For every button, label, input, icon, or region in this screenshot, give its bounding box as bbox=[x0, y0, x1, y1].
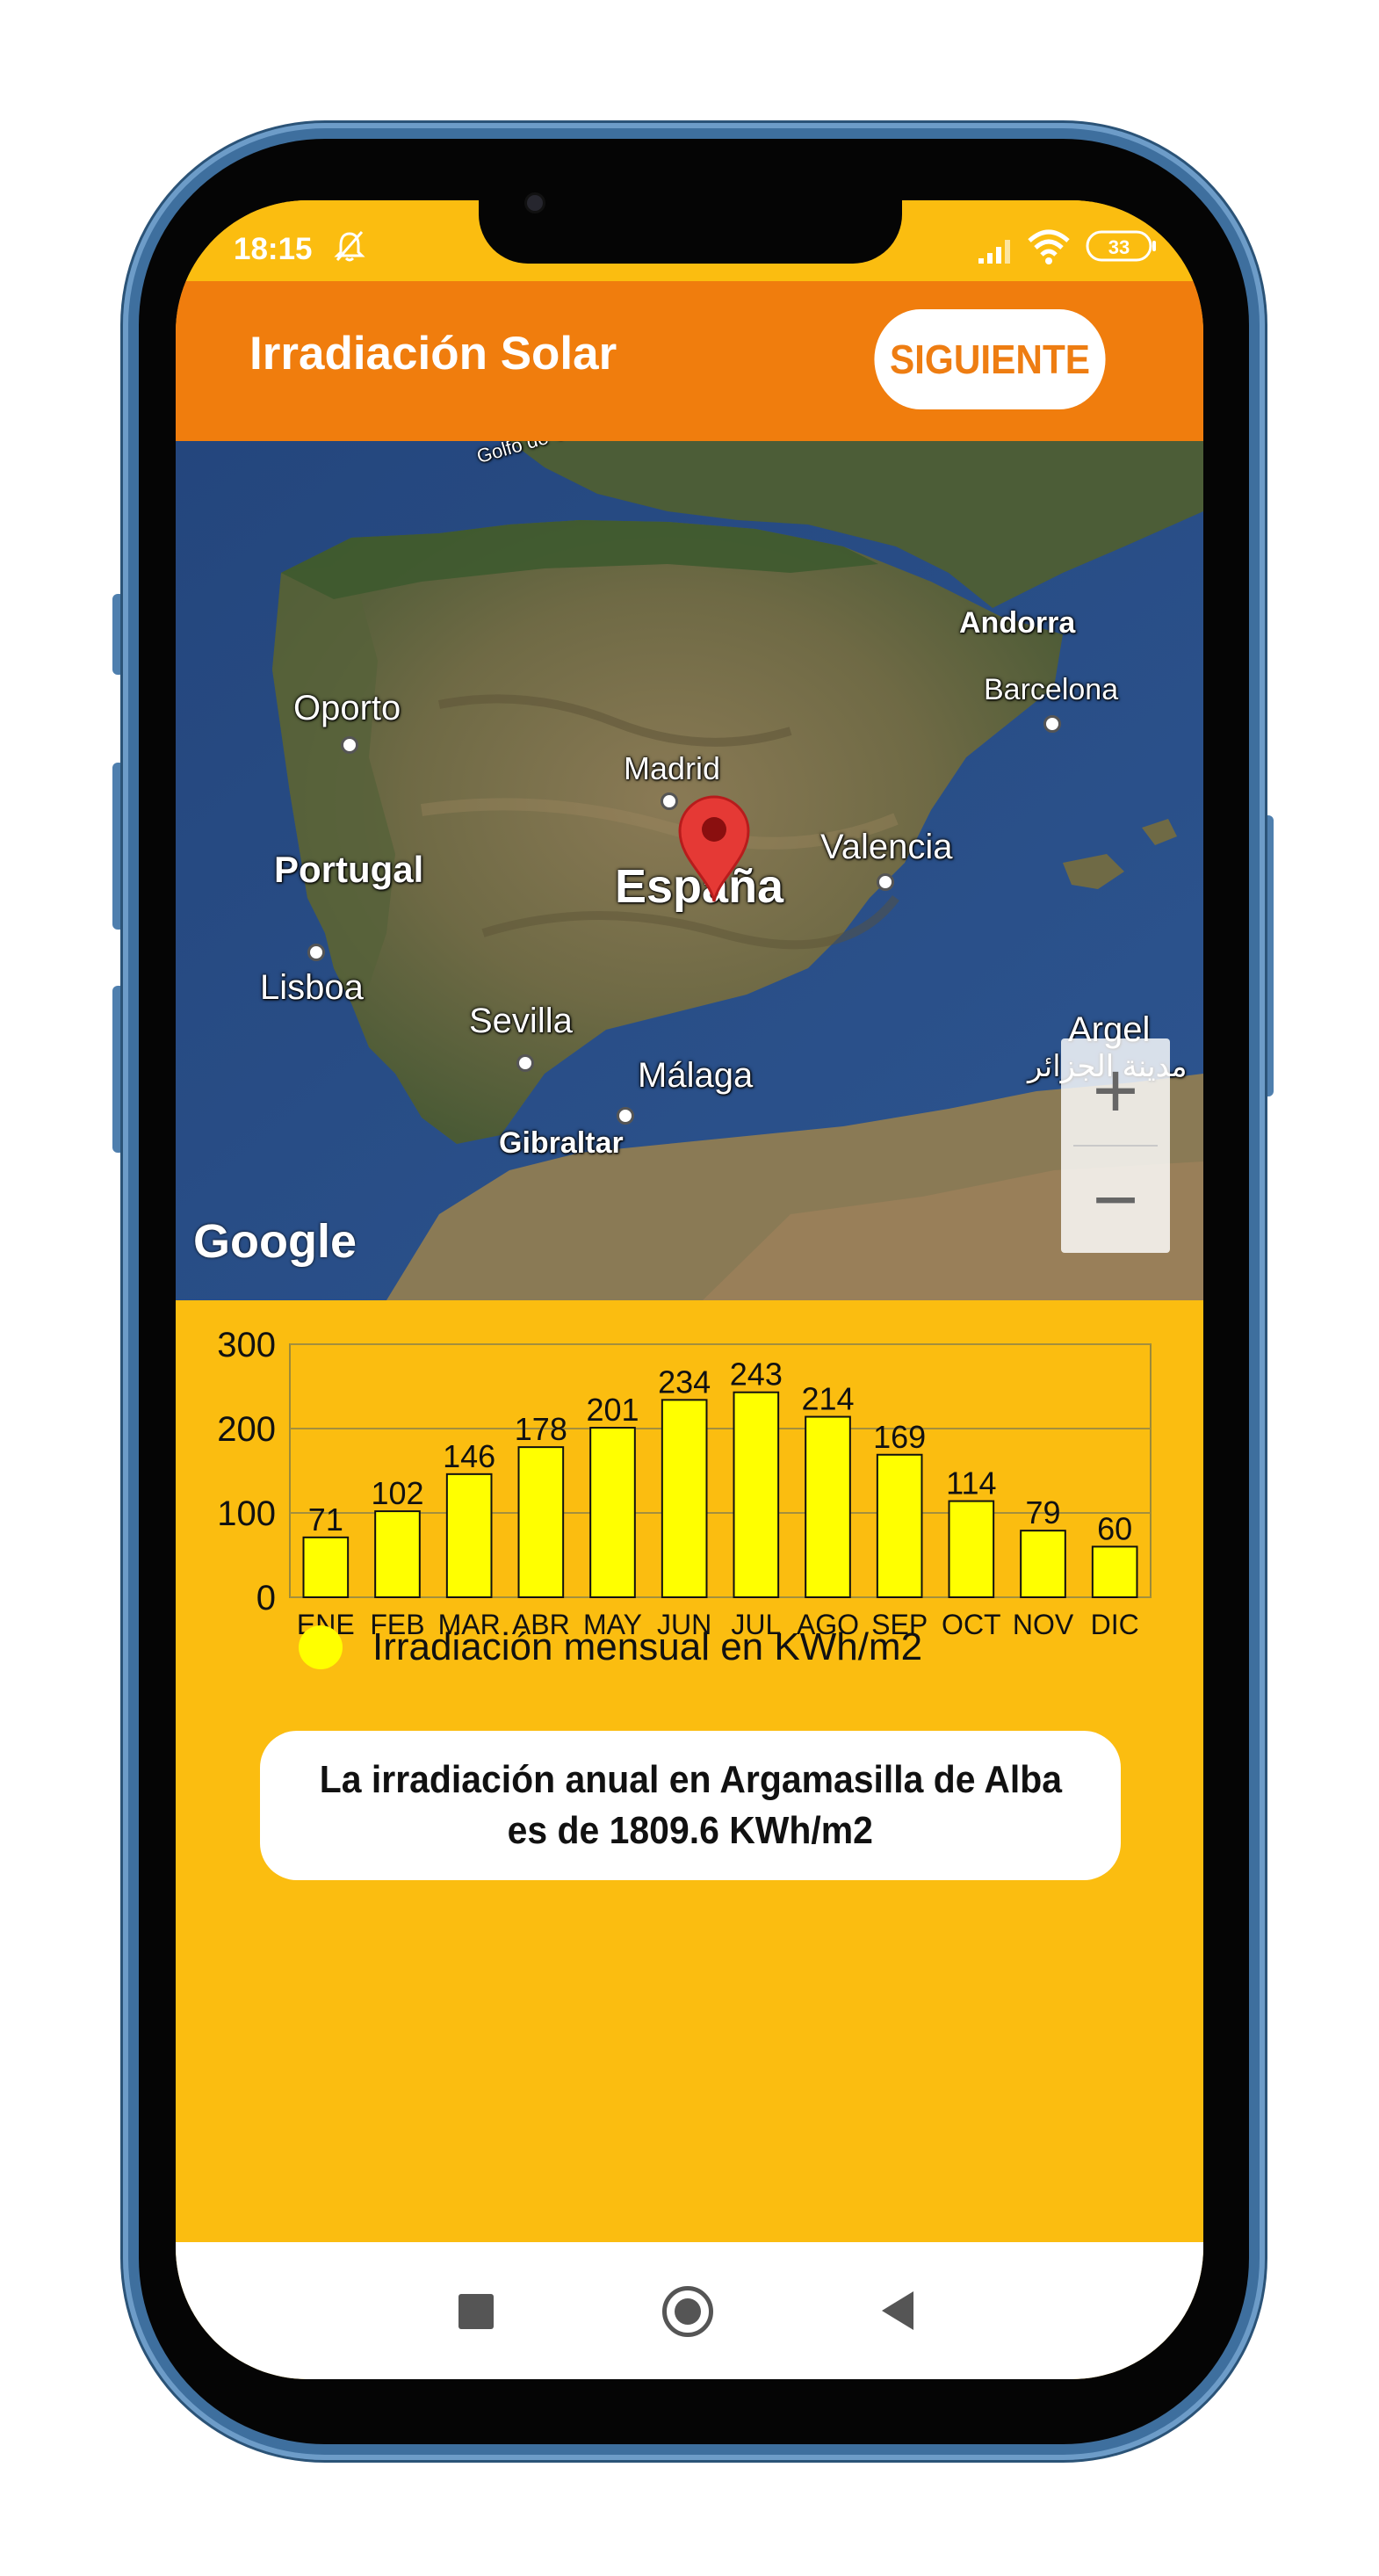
bar-value-label: 114 bbox=[946, 1465, 996, 1501]
battery-icon: 33 bbox=[1086, 230, 1158, 266]
bar-value-label: 243 bbox=[730, 1357, 783, 1393]
battery-level: 33 bbox=[1108, 236, 1130, 258]
bar-value-label: 71 bbox=[308, 1501, 343, 1538]
chart-bar bbox=[445, 1473, 493, 1598]
annual-result-box: La irradiación anual en Argamasilla de A… bbox=[260, 1731, 1121, 1880]
bar-value-label: 169 bbox=[873, 1419, 926, 1455]
bar-value-label: 146 bbox=[443, 1438, 495, 1474]
map-label-madrid: Madrid bbox=[624, 750, 721, 786]
chart-bar bbox=[876, 1453, 923, 1598]
city-dot-lisboa bbox=[307, 944, 325, 961]
chart-bar bbox=[661, 1399, 708, 1598]
signal-icon bbox=[977, 235, 1017, 270]
map-label-sevilla: Sevilla bbox=[469, 1002, 573, 1040]
y-tick-label: 0 bbox=[256, 1579, 276, 1617]
zoom-controls: + − bbox=[1061, 1038, 1170, 1253]
x-tick-label: OCT bbox=[942, 1609, 1001, 1640]
bar-value-label: 201 bbox=[586, 1392, 639, 1428]
result-line-2: es de 1809.6 KWh/m2 bbox=[507, 1809, 874, 1852]
chart-bar bbox=[517, 1446, 565, 1598]
bar-value-label: 102 bbox=[371, 1475, 423, 1511]
home-circle-icon[interactable] bbox=[662, 2286, 713, 2337]
map-label-barcelona: Barcelona bbox=[984, 673, 1119, 706]
next-button[interactable]: SIGUIENTE bbox=[874, 309, 1106, 409]
bar-value-label: 214 bbox=[801, 1381, 854, 1417]
map-label-lisboa: Lisboa bbox=[260, 968, 364, 1007]
map-label-valencia: Valencia bbox=[820, 828, 953, 866]
back-triangle-icon[interactable] bbox=[882, 2291, 913, 2330]
chart-bar bbox=[589, 1427, 636, 1598]
google-logo: Google bbox=[193, 1215, 357, 1268]
chart-bar bbox=[1020, 1530, 1066, 1598]
status-time: 18:15 bbox=[234, 232, 313, 266]
chart-legend: Irradiación mensual en KWh/m2 bbox=[299, 1625, 922, 1669]
chart-bar bbox=[805, 1415, 851, 1598]
chart-bar bbox=[733, 1391, 780, 1598]
city-dot-barcelona bbox=[1043, 715, 1061, 733]
zoom-in-button[interactable]: + bbox=[1061, 1038, 1170, 1144]
chart-bar bbox=[302, 1536, 350, 1598]
map-label-oporto: Oporto bbox=[293, 689, 401, 727]
map-label-malaga: Málaga bbox=[638, 1056, 754, 1095]
map-view[interactable]: Golfo de Vi Andorra Barcelona Oporto Mad… bbox=[176, 441, 1203, 1300]
x-tick-label: NOV bbox=[1013, 1609, 1074, 1640]
city-dot-valencia bbox=[877, 873, 894, 891]
bar-value-label: 234 bbox=[658, 1364, 711, 1400]
city-dot-malaga bbox=[617, 1107, 634, 1125]
result-line-1: La irradiación anual en Argamasilla de A… bbox=[319, 1758, 1062, 1801]
y-tick-label: 300 bbox=[217, 1326, 276, 1364]
map-label-portugal: Portugal bbox=[274, 849, 424, 890]
y-tick-label: 100 bbox=[217, 1494, 276, 1533]
chart-bar bbox=[1091, 1545, 1138, 1598]
chart-bar bbox=[374, 1510, 421, 1598]
map-pin-icon[interactable] bbox=[675, 791, 754, 905]
map-label-gibraltar: Gibraltar bbox=[499, 1126, 624, 1160]
wifi-icon bbox=[1026, 228, 1072, 270]
y-tick-label: 200 bbox=[217, 1410, 276, 1449]
x-tick-label: DIC bbox=[1091, 1609, 1139, 1640]
city-dot-oporto bbox=[341, 736, 358, 754]
bar-value-label: 79 bbox=[1025, 1494, 1060, 1530]
system-nav-bar bbox=[176, 2242, 1203, 2379]
bell-off-icon bbox=[332, 228, 367, 268]
zoom-divider bbox=[1073, 1145, 1158, 1147]
city-dot-sevilla bbox=[516, 1054, 534, 1072]
app-bar: Irradiación Solar SIGUIENTE bbox=[176, 281, 1203, 441]
zoom-out-button[interactable]: − bbox=[1061, 1147, 1170, 1253]
bar-value-label: 60 bbox=[1097, 1510, 1132, 1546]
legend-label: Irradiación mensual en KWh/m2 bbox=[372, 1625, 923, 1668]
chart-bar bbox=[948, 1500, 995, 1598]
legend-swatch bbox=[299, 1625, 343, 1669]
phone-screen: 18:15 33 Irradiación Solar SIGUIENTE Gol… bbox=[176, 200, 1203, 2379]
recents-square-icon[interactable] bbox=[458, 2294, 494, 2329]
map-label-andorra: Andorra bbox=[959, 606, 1076, 640]
front-camera bbox=[527, 195, 543, 211]
bar-value-label: 178 bbox=[515, 1411, 567, 1447]
app-title: Irradiación Solar bbox=[249, 328, 617, 380]
